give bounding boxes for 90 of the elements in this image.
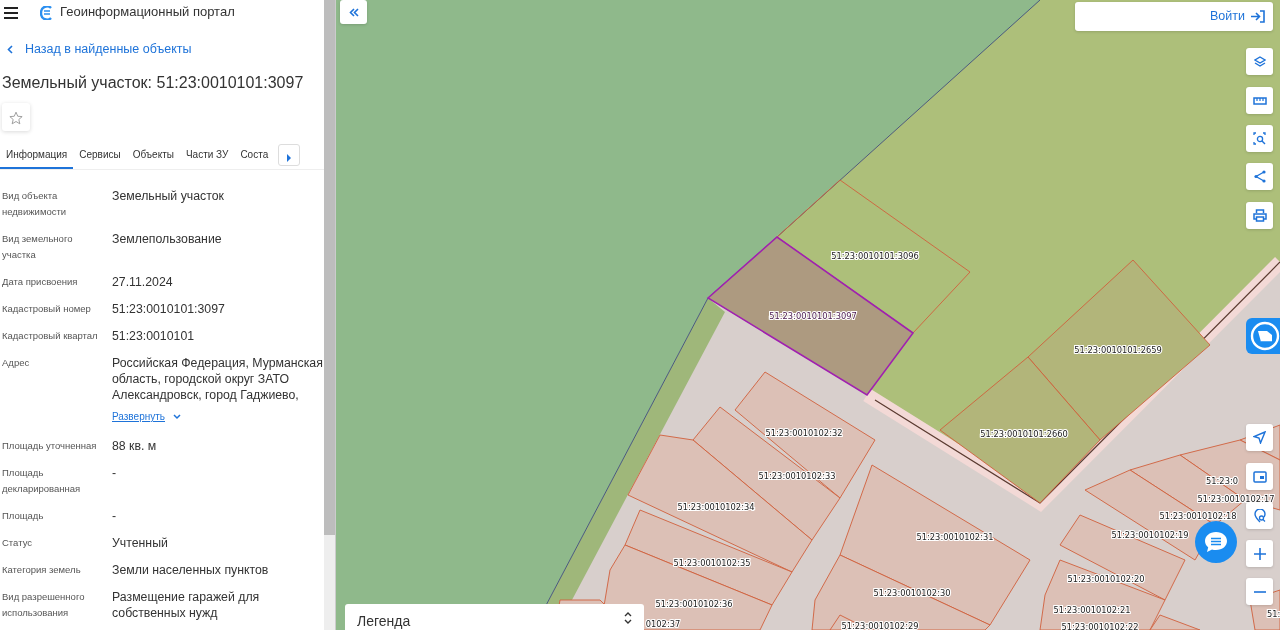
location-search-icon xyxy=(1253,508,1266,523)
scrollbar-thumb[interactable] xyxy=(324,0,335,535)
field-label: Площадь xyxy=(2,509,45,524)
parcel-label: 51:23:0010102:17 xyxy=(1197,494,1275,504)
parcel-label: 51:23:0010102:22 xyxy=(1061,622,1139,630)
field-label: Вид разрешенного использования xyxy=(2,590,86,621)
field-value: Российская Федерация, Мурманская область, городской округ ЗАТО Александровск, город Гаджиево, xyxy=(112,355,324,404)
field-label: Категория земель xyxy=(2,563,82,578)
parcel-label: 51: xyxy=(1267,609,1280,619)
parcel-label: 51:23:0010102:34 xyxy=(677,502,755,512)
login-button[interactable]: Войти xyxy=(1075,2,1273,31)
object-title: Земельный участок: 51:23:0010101:3097 xyxy=(2,72,305,93)
portal-title: Геоинформационный портал xyxy=(60,3,235,22)
ruler-icon xyxy=(1252,96,1267,105)
field-value: 88 кв. м xyxy=(112,438,157,455)
layers-icon xyxy=(1253,55,1266,68)
field-value: Земли населенных пунктов xyxy=(112,562,269,579)
ruler-button[interactable] xyxy=(1246,87,1273,114)
tab[interactable]: Соста xyxy=(234,141,275,170)
tab[interactable]: Информация xyxy=(0,141,74,170)
screen-icon xyxy=(1252,470,1267,483)
field-label: Вид объекта недвижимости xyxy=(2,189,68,220)
parcel-label: 51:23:0010101:3096 xyxy=(831,251,919,261)
parcel-label: 51:23:0010101:3097 xyxy=(769,311,857,321)
tab[interactable]: Сервисы xyxy=(73,141,127,170)
field-label: Статус xyxy=(2,536,34,551)
field-value: 51:23:0010101:3097 xyxy=(112,301,225,318)
screen-button[interactable] xyxy=(1246,463,1273,490)
field-value: - xyxy=(112,508,117,525)
parcel-label: 51:23:0 xyxy=(1206,476,1238,486)
field-value: Земельный участок xyxy=(112,188,224,205)
field-label: Площадь декларированная xyxy=(2,466,82,497)
field-value: Землепользование xyxy=(112,231,222,248)
print-button[interactable] xyxy=(1246,202,1273,229)
parcel-label: 51:23:0010102:35 xyxy=(673,558,751,568)
zoom-in-button[interactable] xyxy=(1246,540,1273,567)
chevron-left-icon xyxy=(7,44,13,54)
tab[interactable]: Объекты xyxy=(126,141,180,170)
field-value: - xyxy=(112,465,117,482)
tab[interactable]: Части ЗУ xyxy=(179,141,235,170)
favorite-button[interactable] xyxy=(2,103,30,132)
minus-icon xyxy=(1253,590,1266,593)
star-icon xyxy=(9,110,23,125)
parcel-label: 51:23:0010101:2660 xyxy=(980,429,1068,439)
app-logo-button[interactable] xyxy=(1246,318,1280,354)
scrollbar[interactable] xyxy=(324,0,335,630)
parcel-label: 51:23:0010102:33 xyxy=(758,471,836,481)
share-icon xyxy=(1253,170,1266,183)
plus-icon xyxy=(1253,547,1266,560)
caret-right-icon xyxy=(286,153,293,162)
field-value: 51:23:0010101 xyxy=(112,328,195,345)
parcel-label: 0102:37 xyxy=(645,619,681,629)
field-label: Дата присвоения xyxy=(2,275,79,290)
area-search-button[interactable] xyxy=(1246,125,1273,152)
field-label: Кадастровый квартал xyxy=(2,329,99,344)
parcel-label: 51:23:0010102:18 xyxy=(1159,511,1237,521)
field-label: Кадастровый номер xyxy=(2,302,92,317)
parcel-label: 51:23:0010102:36 xyxy=(655,599,733,609)
chevron-down-icon xyxy=(173,413,181,420)
field-label: Адрес xyxy=(2,356,31,371)
field-value: Размещение гаражей для собственных нужд xyxy=(112,589,261,622)
back-link[interactable]: Назад в найденные объекты xyxy=(7,40,192,59)
parcel-label: 51:23:0010102:32 xyxy=(765,428,843,438)
zoom-out-button[interactable] xyxy=(1246,578,1273,605)
parcel-label: 51:23:0010102:20 xyxy=(1067,574,1145,584)
printer-icon xyxy=(1252,209,1267,222)
chat-icon xyxy=(1204,531,1228,553)
field-label: Вид земельного участка xyxy=(2,232,74,263)
parcel-label: 51:23:0010102:21 xyxy=(1053,605,1131,615)
field-label: Площадь уточненная xyxy=(2,439,98,454)
collapse-button[interactable] xyxy=(340,0,367,24)
layers-button[interactable] xyxy=(1246,48,1273,75)
map[interactable] xyxy=(336,0,1280,630)
field-value: 27.11.2024 xyxy=(112,274,173,291)
area-search-icon xyxy=(1253,132,1266,145)
double-chevron-left-icon xyxy=(348,7,359,17)
field-value: Учтенный xyxy=(112,535,168,552)
expand-link[interactable]: Развернуть xyxy=(112,409,181,425)
parcel-label: 51:23:0010102:29 xyxy=(841,621,919,630)
login-icon xyxy=(1251,10,1265,23)
logo-icon xyxy=(1250,321,1280,351)
location-button[interactable] xyxy=(1246,424,1273,451)
parcel-label: 51:23:0010102:31 xyxy=(916,532,994,542)
geo-search-button[interactable] xyxy=(1246,502,1273,529)
tabs-next-button[interactable] xyxy=(278,144,301,167)
legend-title: Легенда xyxy=(357,612,411,630)
parcel-label: 51:23:0010101:2659 xyxy=(1074,345,1162,355)
parcel-label: 51:23:0010102:19 xyxy=(1111,530,1189,540)
navigation-arrow-icon xyxy=(1253,431,1266,444)
share-button[interactable] xyxy=(1246,163,1273,190)
